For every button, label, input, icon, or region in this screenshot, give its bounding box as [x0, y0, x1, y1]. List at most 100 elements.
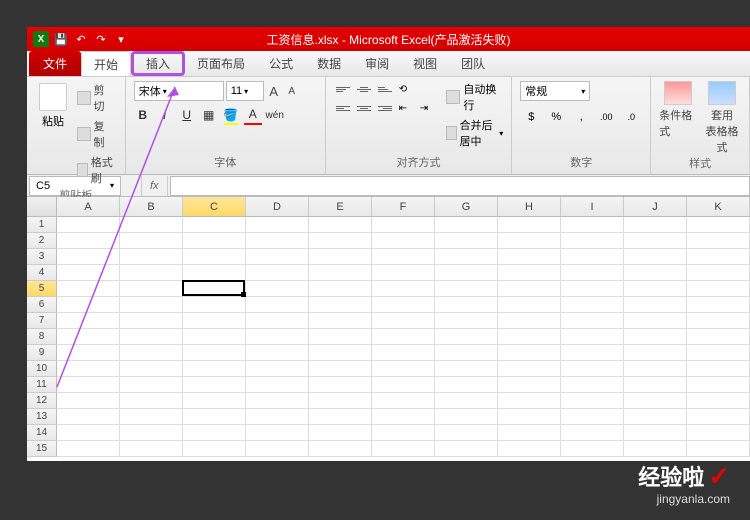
- align-left-button[interactable]: [334, 100, 352, 116]
- cell[interactable]: [309, 345, 372, 361]
- row-header[interactable]: 4: [27, 265, 57, 281]
- cell[interactable]: [498, 361, 561, 377]
- align-center-button[interactable]: [355, 100, 373, 116]
- cell[interactable]: [561, 297, 624, 313]
- cell[interactable]: [561, 281, 624, 297]
- row-header[interactable]: 5: [27, 281, 57, 297]
- currency-button[interactable]: $: [520, 107, 542, 127]
- row-header[interactable]: 13: [27, 409, 57, 425]
- cell[interactable]: [687, 425, 750, 441]
- italic-button[interactable]: I: [156, 105, 174, 125]
- align-right-button[interactable]: [376, 100, 394, 116]
- cell[interactable]: [372, 281, 435, 297]
- tab-layout[interactable]: 页面布局: [185, 51, 257, 76]
- cell[interactable]: [435, 377, 498, 393]
- cell[interactable]: [309, 249, 372, 265]
- cell[interactable]: [561, 313, 624, 329]
- wrap-text-button[interactable]: 自动换行: [446, 81, 504, 113]
- cell[interactable]: [435, 313, 498, 329]
- cell[interactable]: [624, 265, 687, 281]
- font-color-button[interactable]: A: [244, 105, 262, 125]
- tab-view[interactable]: 视图: [401, 51, 449, 76]
- cell[interactable]: [57, 329, 120, 345]
- cell[interactable]: [183, 329, 246, 345]
- cell[interactable]: [498, 249, 561, 265]
- cell[interactable]: [183, 265, 246, 281]
- cell[interactable]: [498, 313, 561, 329]
- cell[interactable]: [309, 441, 372, 457]
- cell[interactable]: [435, 265, 498, 281]
- cell[interactable]: [57, 297, 120, 313]
- cell[interactable]: [57, 313, 120, 329]
- cell[interactable]: [498, 329, 561, 345]
- cell[interactable]: [246, 297, 309, 313]
- cell[interactable]: [309, 329, 372, 345]
- cell[interactable]: [372, 265, 435, 281]
- cell[interactable]: [624, 249, 687, 265]
- cell[interactable]: [435, 409, 498, 425]
- cell[interactable]: [687, 265, 750, 281]
- cell[interactable]: [57, 281, 120, 297]
- cell[interactable]: [498, 233, 561, 249]
- indent-increase-button[interactable]: ⇥: [418, 100, 436, 116]
- cell[interactable]: [309, 265, 372, 281]
- merge-center-button[interactable]: 合并后居中▾: [446, 117, 504, 149]
- cell[interactable]: [57, 393, 120, 409]
- cell[interactable]: [120, 361, 183, 377]
- cell[interactable]: [372, 345, 435, 361]
- cell[interactable]: [57, 233, 120, 249]
- cell[interactable]: [183, 313, 246, 329]
- cell[interactable]: [435, 281, 498, 297]
- table-format-button[interactable]: 套用 表格格式: [703, 81, 741, 155]
- cell[interactable]: [372, 297, 435, 313]
- cell[interactable]: [498, 425, 561, 441]
- bold-button[interactable]: B: [134, 105, 152, 125]
- save-icon[interactable]: 💾: [53, 31, 69, 47]
- cell[interactable]: [435, 249, 498, 265]
- tab-file[interactable]: 文件: [29, 51, 81, 76]
- indent-decrease-button[interactable]: ⇤: [397, 100, 415, 116]
- cell[interactable]: [309, 425, 372, 441]
- cell[interactable]: [246, 265, 309, 281]
- cell[interactable]: [120, 217, 183, 233]
- cell[interactable]: [687, 377, 750, 393]
- cell[interactable]: [372, 329, 435, 345]
- column-header[interactable]: B: [120, 197, 183, 217]
- cell[interactable]: [246, 425, 309, 441]
- cell[interactable]: [624, 441, 687, 457]
- cell[interactable]: [687, 313, 750, 329]
- column-header[interactable]: H: [498, 197, 561, 217]
- cell[interactable]: [120, 281, 183, 297]
- formula-input[interactable]: [170, 176, 750, 196]
- cell[interactable]: [687, 217, 750, 233]
- phonetic-button[interactable]: wén: [266, 105, 284, 125]
- cell[interactable]: [372, 409, 435, 425]
- cell[interactable]: [246, 217, 309, 233]
- cell[interactable]: [687, 249, 750, 265]
- cell[interactable]: [57, 217, 120, 233]
- cell-grid[interactable]: [57, 217, 750, 457]
- cell[interactable]: [309, 297, 372, 313]
- cell[interactable]: [561, 425, 624, 441]
- cell[interactable]: [624, 329, 687, 345]
- cell[interactable]: [624, 345, 687, 361]
- cell[interactable]: [498, 345, 561, 361]
- cell[interactable]: [561, 233, 624, 249]
- cell[interactable]: [246, 281, 309, 297]
- cell[interactable]: [183, 281, 246, 297]
- cell[interactable]: [624, 409, 687, 425]
- cell[interactable]: [561, 441, 624, 457]
- column-header[interactable]: J: [624, 197, 687, 217]
- cell[interactable]: [309, 409, 372, 425]
- cell[interactable]: [309, 361, 372, 377]
- cell[interactable]: [435, 345, 498, 361]
- cell[interactable]: [624, 393, 687, 409]
- cell[interactable]: [57, 425, 120, 441]
- cell[interactable]: [246, 345, 309, 361]
- cell[interactable]: [687, 409, 750, 425]
- cell[interactable]: [624, 425, 687, 441]
- cell[interactable]: [120, 425, 183, 441]
- underline-button[interactable]: U: [178, 105, 196, 125]
- cell[interactable]: [687, 297, 750, 313]
- column-header[interactable]: E: [309, 197, 372, 217]
